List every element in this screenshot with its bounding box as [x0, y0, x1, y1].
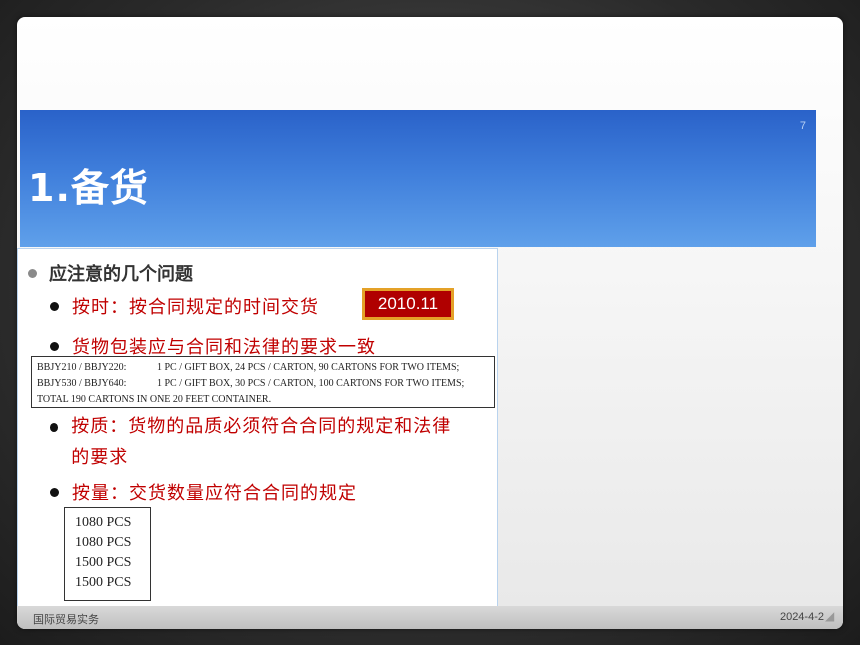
bullet-dot-icon [50, 488, 59, 497]
main-bullet: 应注意的几个问题 [28, 260, 193, 286]
date-badge: 2010.11 [362, 288, 454, 320]
packing-code: BBJY210 / BBJY220: [37, 362, 127, 373]
footer-course-name: 国际贸易实务 [33, 614, 99, 626]
sub-bullet-text: 按量：交货数量应符合合同的规定 [72, 483, 357, 504]
sub-bullet-quality: 按质：货物的品质必须符合合同的规定和法律的要求 [50, 411, 470, 473]
footer: 国际贸易实务 2024-4-2 ◢ [17, 606, 843, 629]
sub-bullet-time: 按时：按合同规定的时间交货 [50, 293, 319, 319]
quantity-box: 1080 PCS 1080 PCS 1500 PCS 1500 PCS [64, 507, 151, 601]
slide-number: 7 [799, 120, 806, 132]
packing-code: BBJY530 / BBJY640: [37, 378, 127, 389]
bullet-dot-icon [50, 423, 59, 432]
sub-bullet-quantity: 按量：交货数量应符合合同的规定 [50, 479, 357, 505]
quantity-line: 1500 PCS [75, 575, 132, 590]
packing-desc: 1 PC / GIFT BOX, 30 PCS / CARTON, 100 CA… [157, 378, 465, 389]
footer-date: 2024-4-2 [779, 611, 824, 623]
quantity-line: 1080 PCS [75, 535, 132, 550]
bullet-dot-icon [50, 302, 59, 311]
packing-row: BBJY210 / BBJY220: 1 PC / GIFT BOX, 24 P… [37, 360, 489, 376]
slide: 7 1.备货 应注意的几个问题 按时：按合同规定的时间交货 2010.11 货物… [17, 17, 843, 629]
quantity-line: 1500 PCS [75, 555, 132, 570]
quantity-line: 1080 PCS [75, 515, 132, 530]
sub-bullet-text: 按时：按合同规定的时间交货 [72, 297, 319, 318]
packing-details-box: BBJY210 / BBJY220: 1 PC / GIFT BOX, 24 P… [31, 356, 495, 408]
slide-title: 1.备货 [28, 166, 149, 210]
main-bullet-text: 应注意的几个问题 [49, 264, 193, 285]
packing-row: TOTAL 190 CARTONS IN ONE 20 FEET CONTAIN… [37, 392, 489, 408]
bullet-dot-icon [28, 268, 37, 278]
packing-row: BBJY530 / BBJY640: 1 PC / GIFT BOX, 30 P… [37, 376, 489, 392]
corner-resize-icon: ◢ [825, 609, 835, 623]
packing-desc: 1 PC / GIFT BOX, 24 PCS / CARTON, 90 CAR… [157, 362, 460, 373]
bullet-dot-icon [50, 342, 59, 351]
sub-bullet-text: 按质：货物的品质必须符合合同的规定和法律的要求 [71, 416, 452, 468]
packing-desc: TOTAL 190 CARTONS IN ONE 20 FEET CONTAIN… [37, 394, 272, 405]
title-band: 7 1.备货 [20, 110, 816, 247]
content-box: 应注意的几个问题 按时：按合同规定的时间交货 2010.11 货物包装应与合同和… [17, 248, 498, 607]
